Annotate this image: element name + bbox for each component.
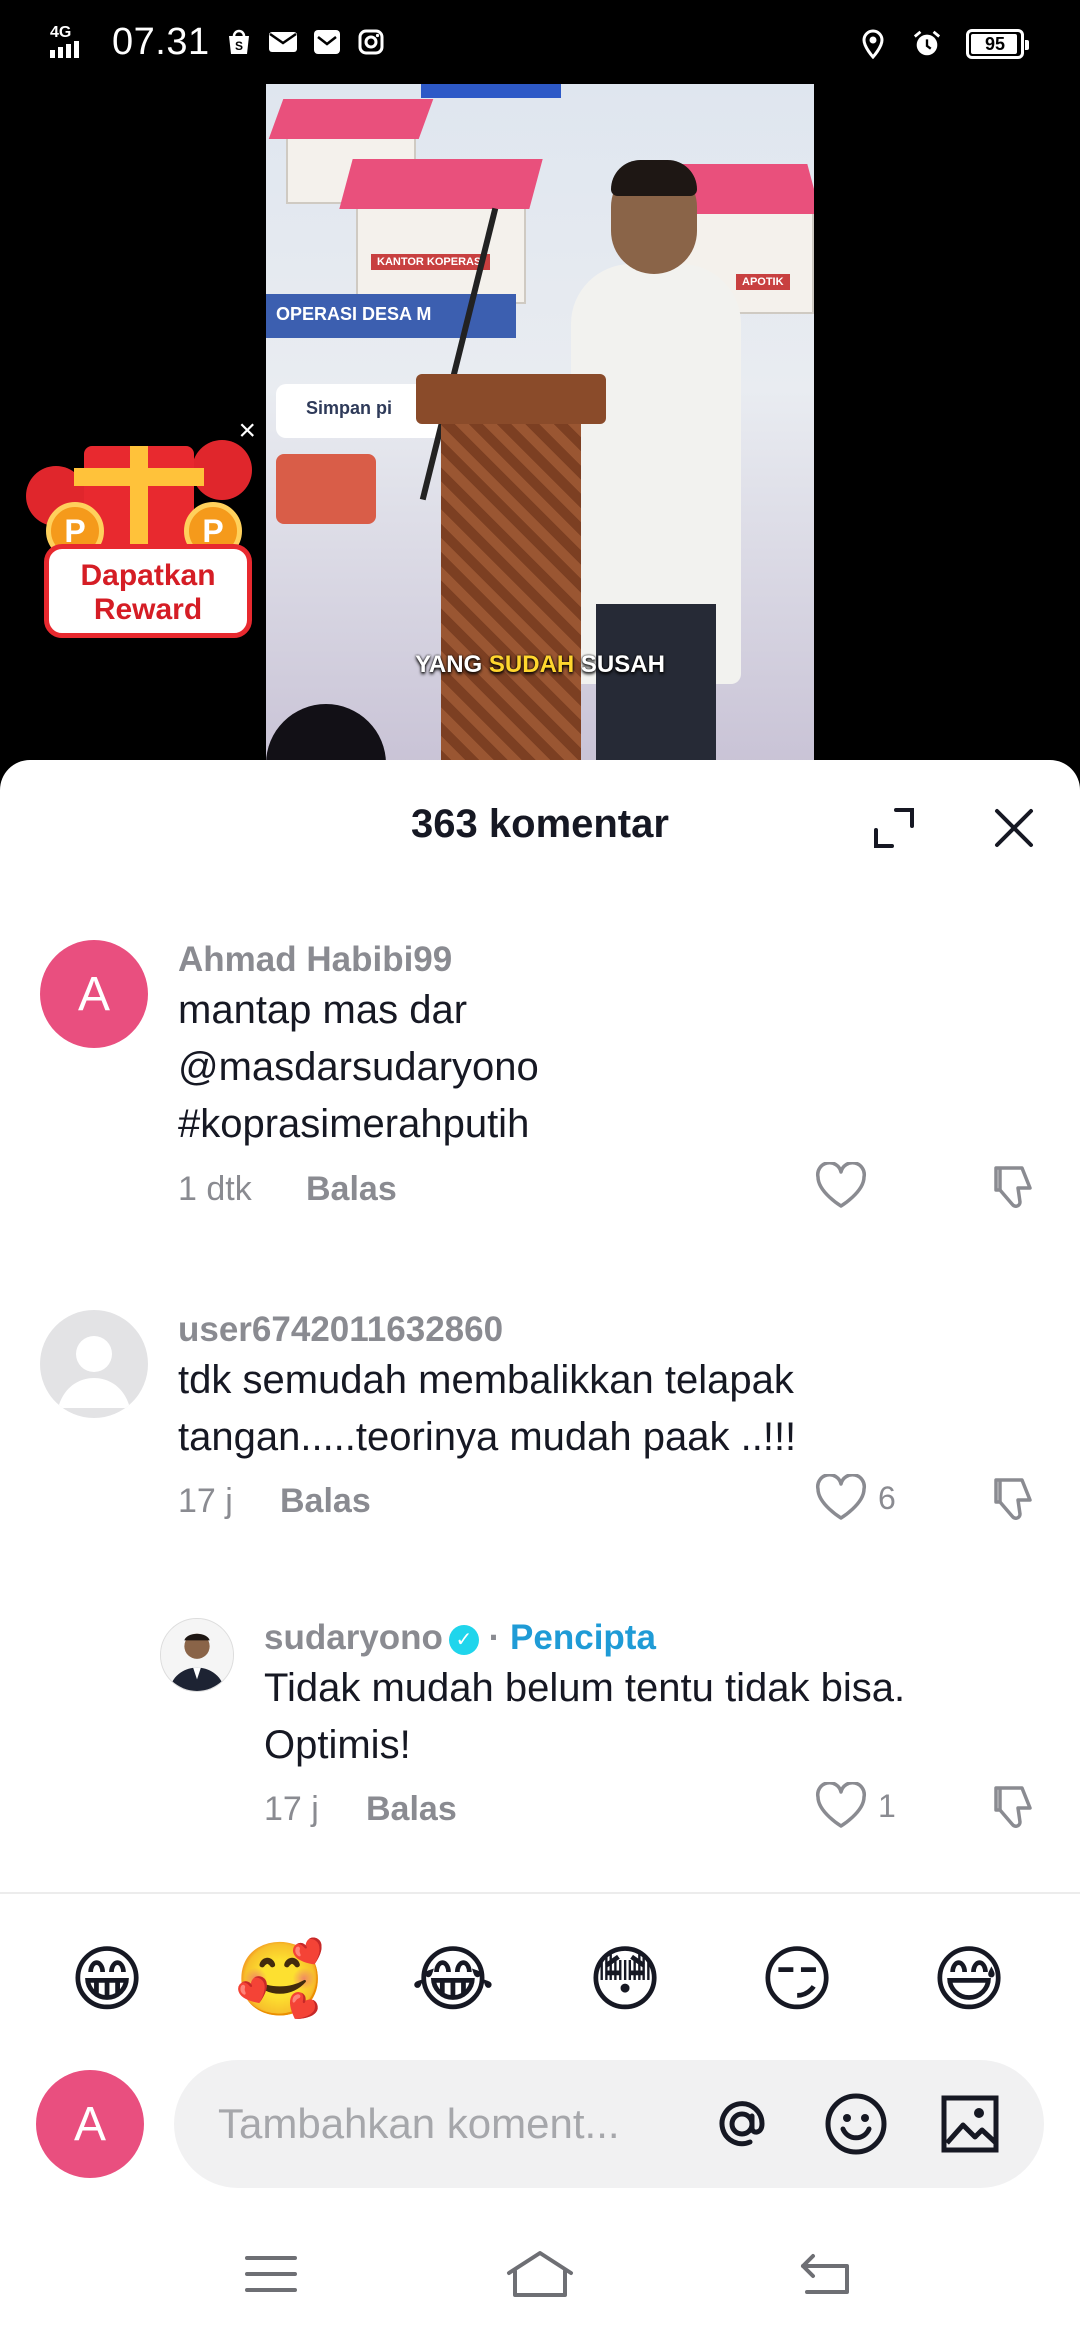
reply-button[interactable]: Balas: [306, 1170, 397, 1209]
comment-text: mantap mas dar @masdarsudaryono #koprasi…: [178, 988, 539, 1146]
comment-item: A Ahmad Habibi99 mantap mas dar @masdars…: [0, 940, 1080, 1208]
home-icon: [507, 2251, 573, 2297]
signal-icon: 4G: [50, 24, 98, 60]
comment-username[interactable]: Ahmad Habibi99: [178, 940, 452, 980]
battery-icon: 95: [966, 29, 1029, 59]
comment-username[interactable]: user6742011632860: [178, 1310, 503, 1350]
comment-time: 1 dtk: [178, 1170, 252, 1208]
like-button[interactable]: [814, 1162, 878, 1210]
comment-input-placeholder: Tambahkan koment...: [218, 2100, 620, 2147]
reply-button[interactable]: Balas: [366, 1790, 457, 1829]
video-sign-apotik: APOTIK: [736, 274, 790, 290]
video-sign-kantor: KANTOR KOPERASI: [371, 254, 491, 270]
menu-button[interactable]: [236, 2244, 306, 2304]
reward-widget[interactable]: P P × Dapatkan Reward: [22, 410, 262, 650]
dislike-button[interactable]: [988, 1780, 1042, 1839]
default-avatar-icon[interactable]: [40, 1310, 148, 1418]
verified-icon: ✓: [448, 1624, 479, 1655]
like-button[interactable]: 1: [814, 1782, 896, 1830]
emoji-smirk-button[interactable]: 😏: [752, 1934, 842, 2024]
emoji-laugh-button[interactable]: 😂: [408, 1934, 498, 2024]
like-count: 6: [878, 1479, 896, 1516]
back-button[interactable]: [790, 2244, 860, 2304]
divider: [0, 1892, 1080, 1894]
heart-icon: [815, 1474, 867, 1520]
reply-text: Tidak mudah belum tentu tidak bisa. Opti…: [264, 1666, 906, 1767]
location-icon: [858, 29, 888, 59]
comment-input-bar: A Tambahkan koment...: [0, 2060, 1080, 2210]
audience-silhouette: [266, 704, 386, 764]
instagram-icon: [356, 27, 386, 57]
alarm-icon: [912, 29, 942, 59]
like-count: 1: [878, 1787, 896, 1824]
system-nav-bar: [0, 2210, 1080, 2340]
thumbs-down-icon: [994, 1478, 1032, 1520]
emoji-quick-bar: 😁 🥰 😂 😳 😏 😅: [0, 1920, 1080, 2030]
image-button[interactable]: [934, 2088, 1006, 2160]
close-button[interactable]: [986, 800, 1042, 856]
video-house: [356, 194, 526, 304]
my-avatar[interactable]: A: [36, 2070, 144, 2178]
speaker-hair: [611, 160, 697, 196]
reply-username[interactable]: sudaryono ✓ · Pencipta: [264, 1618, 656, 1658]
video-banner: OPERASI DESA M: [266, 294, 516, 338]
emoji-picker-button[interactable]: [820, 2088, 892, 2160]
emoji-icon: [825, 2093, 887, 2155]
back-icon: [801, 2254, 849, 2294]
mention-icon: [719, 2101, 765, 2147]
emoji-grin-button[interactable]: 😁: [62, 1934, 152, 2024]
image-icon: [941, 2095, 999, 2153]
emoji-love-button[interactable]: 🥰: [235, 1934, 325, 2024]
podium: [441, 414, 581, 764]
thumbs-down-icon: [994, 1786, 1032, 1828]
menu-icon: [245, 2256, 297, 2292]
video-caption: YANG SUDAH SUSAH: [415, 651, 665, 678]
reply-button[interactable]: Balas: [280, 1482, 371, 1521]
video-player[interactable]: KANTOR KOPERASI APOTIK OPERASI DESA M Si…: [266, 84, 814, 764]
reward-close-button[interactable]: ×: [238, 416, 256, 446]
podium-top: [416, 374, 606, 424]
speaker-pants: [596, 604, 716, 764]
comment-time: 17 j: [264, 1790, 319, 1828]
comment-item: user6742011632860 tdk semudah membalikka…: [0, 1310, 1080, 1520]
video-inset: [276, 454, 376, 524]
video-roof: [339, 159, 543, 209]
heart-icon: [815, 1782, 867, 1828]
close-icon: [995, 809, 1033, 847]
dislike-button[interactable]: [988, 1472, 1042, 1531]
shopee-bag-icon: S: [224, 27, 254, 57]
mail-icon: [268, 27, 298, 57]
mail-alt-icon: [312, 27, 342, 57]
status-bar: 4G 07.31 S 95: [0, 0, 1080, 84]
mention-button[interactable]: [706, 2088, 778, 2160]
like-button[interactable]: 6: [814, 1474, 896, 1522]
comment-input[interactable]: Tambahkan koment...: [174, 2060, 1044, 2188]
home-button[interactable]: [505, 2244, 575, 2304]
comments-sheet: 363 komentar A Ahmad Habibi99 mantap mas…: [0, 760, 1080, 2340]
dislike-button[interactable]: [988, 1160, 1042, 1219]
status-time: 07.31: [112, 20, 210, 63]
thumbs-down-icon: [994, 1166, 1032, 1208]
battery-level: 95: [984, 33, 1006, 54]
reply-item: sudaryono ✓ · Pencipta Tidak mudah belum …: [0, 1618, 1080, 1828]
heart-icon: [815, 1162, 867, 1208]
video-top-banner: [421, 84, 561, 98]
reward-label[interactable]: Dapatkan Reward: [44, 544, 252, 638]
svg-text:S: S: [235, 39, 243, 53]
avatar[interactable]: A: [40, 940, 148, 1048]
emoji-flushed-button[interactable]: 😳: [580, 1934, 670, 2024]
expand-button[interactable]: [866, 800, 922, 856]
creator-avatar[interactable]: [160, 1618, 234, 1692]
comment-text: tdk semudah membalikkan telapak tangan..…: [178, 1358, 797, 1459]
expand-icon: [874, 808, 914, 848]
video-roof: [268, 99, 434, 139]
creator-label: Pencipta: [510, 1618, 656, 1657]
comment-time: 17 j: [178, 1482, 233, 1520]
emoji-sweat-smile-button[interactable]: 😅: [924, 1934, 1014, 2024]
network-type: 4G: [50, 24, 72, 41]
